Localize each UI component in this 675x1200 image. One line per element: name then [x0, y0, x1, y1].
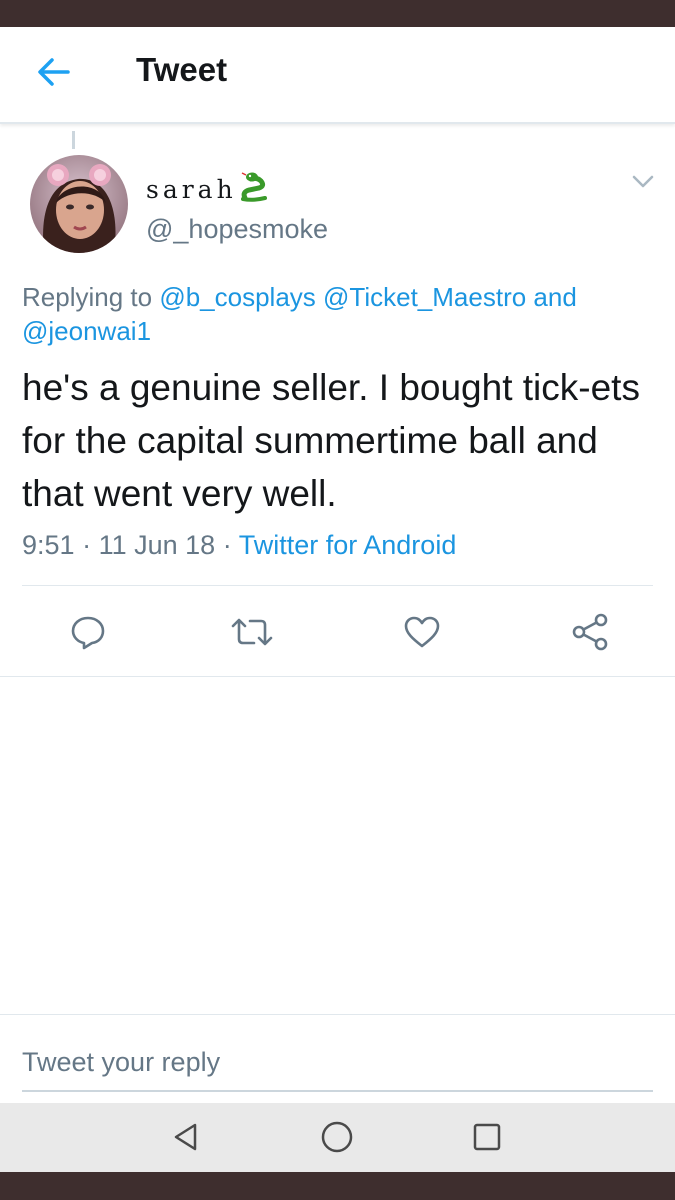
tweet-date: 11 Jun 18 — [98, 530, 216, 560]
author-handle[interactable]: @_hopesmoke — [146, 214, 328, 245]
divider — [0, 676, 675, 677]
replying-and: and — [533, 282, 577, 312]
reply-input[interactable] — [22, 1036, 652, 1088]
replying-to-line: Replying to @b_cosplays @Ticket_Maestro … — [22, 280, 652, 348]
nav-back-button[interactable] — [164, 1115, 208, 1159]
arrow-left-icon — [38, 58, 70, 86]
meta-separator: · — [82, 530, 92, 560]
divider — [22, 585, 653, 586]
share-button[interactable] — [568, 610, 612, 654]
reply-icon — [71, 616, 105, 650]
mention-link[interactable]: @Ticket_Maestro — [323, 282, 526, 312]
display-name-text: sarah — [146, 174, 237, 204]
avatar[interactable] — [30, 155, 128, 253]
circle-home-icon — [321, 1121, 353, 1153]
replying-prefix: Replying to — [22, 282, 153, 312]
thread-connector-line — [72, 131, 75, 149]
status-bar-strip — [0, 0, 675, 27]
heart-icon — [404, 616, 440, 648]
mention-link[interactable]: @b_cosplays — [159, 282, 315, 312]
more-options-button[interactable] — [626, 168, 660, 196]
meta-separator: · — [222, 530, 232, 560]
triangle-back-icon — [174, 1123, 197, 1151]
page-title: Tweet — [136, 51, 228, 88]
nav-recents-button[interactable] — [465, 1115, 509, 1159]
android-navigation-bar — [0, 1103, 675, 1172]
divider — [0, 1014, 675, 1015]
tweet-time: 9:51 — [22, 530, 75, 560]
tweet-metadata: 9:51 · 11 Jun 18 · Twitter for Android — [22, 530, 456, 561]
reply-button[interactable] — [66, 610, 110, 654]
share-icon — [572, 613, 608, 651]
nav-home-button[interactable] — [315, 1115, 359, 1159]
mention-link[interactable]: @jeonwai1 — [22, 316, 151, 346]
author-display-name[interactable]: sarah — [146, 170, 269, 208]
snake-emoji-icon — [239, 170, 269, 208]
reply-input-underline — [22, 1090, 653, 1092]
tweet-source-link[interactable]: Twitter for Android — [239, 530, 457, 560]
back-button[interactable] — [30, 49, 76, 95]
top-app-bar: Tweet — [0, 27, 675, 124]
chevron-down-icon — [632, 175, 654, 188]
square-recents-icon — [473, 1123, 501, 1151]
retweet-icon — [231, 618, 273, 646]
like-button[interactable] — [400, 610, 444, 654]
avatar-image — [30, 155, 128, 253]
retweet-button[interactable] — [230, 610, 274, 654]
bottom-frame-strip — [0, 1172, 675, 1200]
tweet-text: he's a genuine seller. I bought tick-ets… — [22, 367, 640, 514]
